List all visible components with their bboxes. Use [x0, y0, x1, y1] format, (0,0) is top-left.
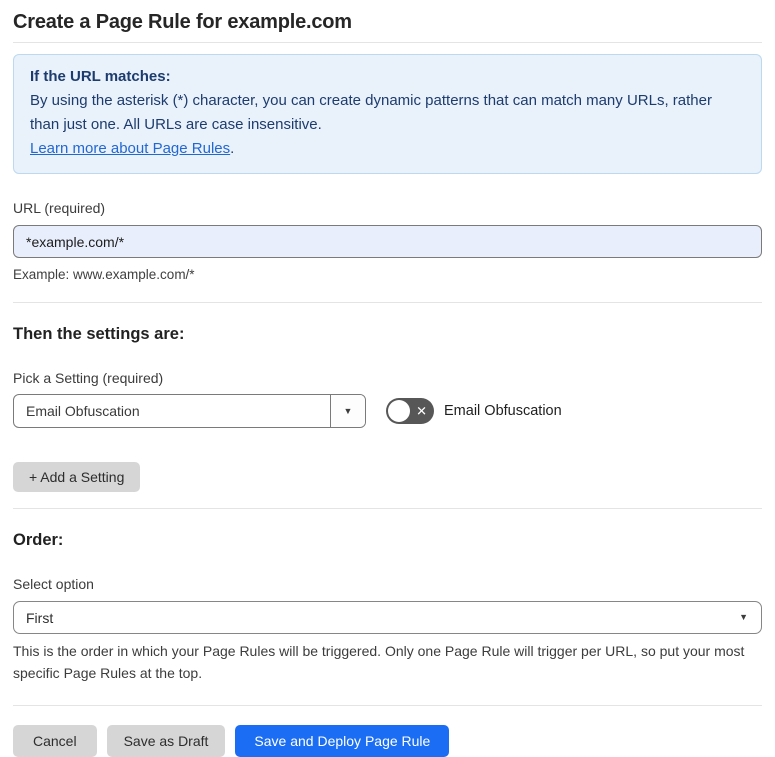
chevron-down-icon: ▼ [739, 612, 748, 622]
cancel-button[interactable]: Cancel [13, 725, 97, 757]
settings-section-divider [13, 508, 762, 509]
add-setting-button[interactable]: + Add a Setting [13, 462, 141, 492]
toggle-off-x-icon: ✕ [416, 403, 427, 419]
order-select-label: Select option [13, 576, 94, 592]
link-period: . [230, 140, 235, 157]
info-box-heading: If the URL matches: [30, 68, 171, 85]
url-match-info-box: If the URL matches: By using the asteris… [13, 54, 762, 174]
setting-row: Email Obfuscation ▼ ✕ Email Obfuscation [13, 394, 762, 428]
learn-more-link[interactable]: Learn more about Page Rules [30, 140, 230, 157]
toggle-knob [388, 400, 410, 422]
setting-dropdown-caret-button[interactable]: ▼ [330, 395, 365, 427]
info-box-body: By using the asterisk (*) character, you… [30, 92, 712, 133]
setting-dropdown-value: Email Obfuscation [26, 403, 140, 419]
toggle-label: Email Obfuscation [444, 403, 562, 419]
url-section-divider [13, 302, 762, 303]
order-select[interactable]: First ▼ [13, 601, 762, 634]
title-divider [13, 42, 762, 43]
page-rule-form: Create a Page Rule for example.com If th… [0, 10, 775, 757]
settings-section-heading: Then the settings are: [13, 325, 185, 343]
order-select-value: First [26, 609, 54, 626]
footer-actions: Cancel Save as Draft Save and Deploy Pag… [13, 725, 762, 757]
save-and-deploy-button[interactable]: Save and Deploy Page Rule [235, 725, 450, 757]
setting-dropdown[interactable]: Email Obfuscation ▼ [13, 394, 366, 428]
info-box-link-line: Learn more about Page Rules. [30, 137, 745, 161]
email-obfuscation-toggle[interactable]: ✕ [386, 398, 434, 424]
order-section-heading: Order: [13, 531, 64, 549]
save-as-draft-button[interactable]: Save as Draft [106, 725, 226, 757]
page-title: Create a Page Rule for example.com [13, 11, 352, 33]
url-field-label: URL (required) [13, 200, 106, 216]
url-input[interactable] [13, 225, 762, 258]
order-helper-text: This is the order in which your Page Rul… [13, 643, 745, 681]
url-example-helper: Example: www.example.com/* [13, 267, 195, 282]
pick-setting-label: Pick a Setting (required) [13, 370, 164, 386]
footer-divider [13, 705, 762, 706]
chevron-down-icon: ▼ [343, 405, 353, 416]
